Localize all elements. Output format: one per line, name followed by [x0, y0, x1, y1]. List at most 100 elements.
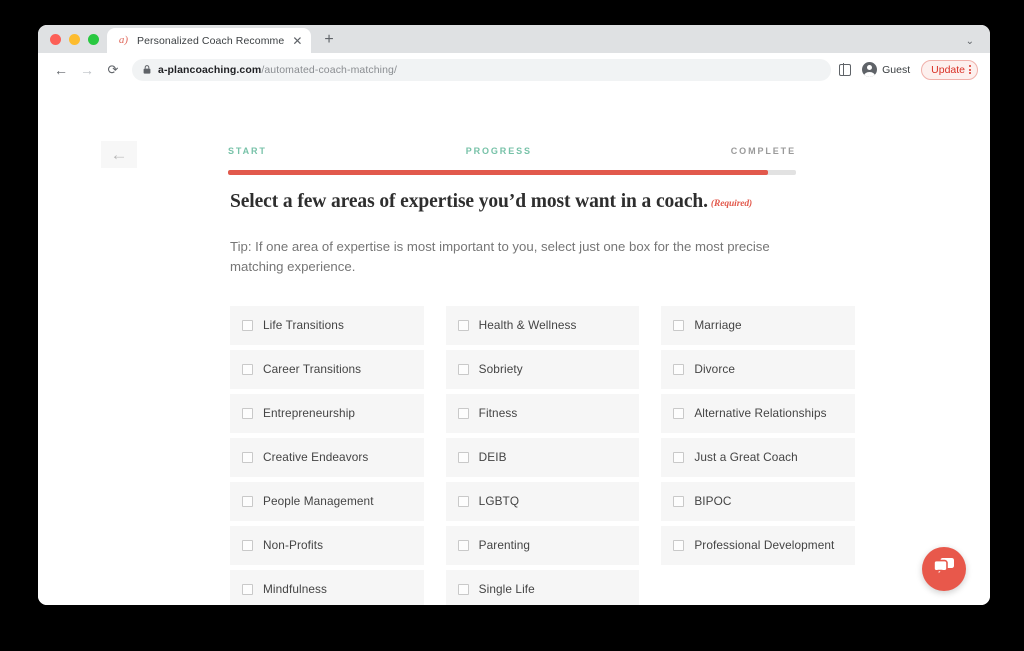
progress-step-start: START [228, 146, 267, 156]
checkbox-icon[interactable] [457, 363, 469, 375]
expertise-choice-label: Health & Wellness [478, 318, 577, 333]
chevron-down-icon[interactable]: ⌄ [966, 37, 974, 47]
checkbox-icon[interactable] [673, 495, 685, 507]
side-panel-icon[interactable] [839, 63, 852, 76]
expertise-choice[interactable]: LGBTQ [445, 481, 640, 521]
expertise-choice-label: Alternative Relationships [694, 406, 827, 421]
chat-widget-button[interactable] [922, 547, 966, 591]
browser-toolbar: ← → ⟳ a-plancoaching.com/automated-coach… [38, 53, 990, 86]
back-navigation-icon[interactable]: ← [48, 57, 74, 83]
address-bar[interactable]: a-plancoaching.com/automated-coach-match… [132, 58, 832, 81]
expertise-choice-label: Divorce [694, 362, 736, 377]
expertise-choice[interactable]: Fitness [445, 393, 640, 433]
question-title: Select a few areas of expertise you’d mo… [230, 191, 855, 213]
expertise-choice[interactable]: Marriage [661, 305, 855, 345]
minimize-window-button[interactable] [69, 33, 80, 45]
checkbox-icon[interactable] [242, 495, 253, 507]
expertise-choice-label: Single Life [478, 582, 535, 597]
expertise-choice-label: Sobriety [478, 362, 523, 377]
expertise-choice-label: BIPOC [694, 494, 732, 509]
expertise-choice[interactable]: Non-Profits [230, 525, 424, 565]
expertise-choice[interactable]: Creative Endeavors [230, 437, 424, 477]
expertise-choices-grid: Life Transitions Health & Wellness Marriag… [230, 305, 855, 605]
expertise-choice-label: People Management [263, 494, 374, 509]
checkbox-icon[interactable] [457, 451, 469, 463]
checkbox-icon[interactable] [242, 407, 253, 419]
expertise-choice-label: Marriage [694, 318, 742, 333]
expertise-choice[interactable]: Alternative Relationships [661, 393, 855, 433]
expertise-choice[interactable]: Mindfulness [230, 569, 424, 605]
toolbar-right-cluster: Guest Update [839, 59, 978, 80]
close-window-button[interactable] [50, 33, 61, 45]
checkbox-icon[interactable] [242, 539, 253, 551]
checkbox-icon[interactable] [242, 363, 253, 375]
checkbox-icon[interactable] [673, 539, 685, 551]
update-label: Update [931, 63, 965, 76]
page-back-button[interactable]: ← [101, 141, 137, 168]
expertise-choice-label: LGBTQ [478, 494, 520, 509]
expertise-choice-label: Life Transitions [263, 318, 344, 333]
expertise-choice[interactable]: BIPOC [661, 481, 855, 521]
chat-bubble-icon [933, 557, 955, 581]
lock-icon [143, 65, 151, 74]
expertise-choice[interactable]: Divorce [661, 349, 855, 389]
progress-indicator: START PROGRESS COMPLETE [228, 146, 796, 175]
checkbox-icon[interactable] [457, 319, 469, 331]
expertise-choice-label: Fitness [478, 406, 518, 421]
expertise-choice[interactable]: Single Life [445, 569, 640, 605]
tab-favicon-icon: a) [118, 34, 129, 46]
update-button[interactable]: Update [921, 59, 978, 80]
checkbox-icon[interactable] [457, 539, 469, 551]
expertise-choice[interactable]: DEIB [445, 437, 640, 477]
progress-fill [228, 170, 768, 175]
expertise-choice[interactable]: Career Transitions [230, 349, 424, 389]
new-tab-button[interactable]: + [324, 32, 333, 48]
checkbox-icon[interactable] [673, 407, 685, 419]
expertise-choice[interactable]: Sobriety [445, 349, 640, 389]
expertise-choice-label: Non-Profits [263, 538, 324, 553]
close-tab-icon[interactable]: ✕ [291, 35, 303, 47]
reload-icon[interactable]: ⟳ [100, 57, 126, 83]
expertise-choice-label: DEIB [478, 450, 507, 465]
url-host: a-plancoaching.com [158, 63, 262, 76]
forward-navigation-icon: → [80, 61, 94, 78]
expertise-choice-label: Professional Development [694, 538, 835, 553]
expertise-choice[interactable]: Entrepreneurship [230, 393, 424, 433]
checkbox-icon[interactable] [673, 363, 685, 375]
checkbox-icon[interactable] [457, 583, 469, 595]
browser-tab[interactable]: a) Personalized Coach Recomme ✕ [107, 28, 312, 53]
expertise-choice[interactable]: Parenting [445, 525, 640, 565]
progress-track [228, 170, 796, 175]
browser-window: a) Personalized Coach Recomme ✕ + ⌄ ← → … [38, 25, 990, 605]
expertise-choice[interactable]: Professional Development [661, 525, 855, 565]
kebab-menu-icon[interactable] [969, 65, 971, 74]
maximize-window-button[interactable] [88, 33, 99, 45]
expertise-choice[interactable]: Just a Great Coach [661, 437, 855, 477]
expertise-choice[interactable]: People Management [230, 481, 424, 521]
window-traffic-lights [48, 25, 107, 53]
profile-label: Guest [882, 63, 911, 76]
checkbox-icon[interactable] [242, 319, 253, 331]
checkbox-icon[interactable] [673, 319, 685, 331]
address-bar-url: a-plancoaching.com/automated-coach-match… [158, 64, 397, 76]
tip-text: Tip: If one area of expertise is most im… [230, 239, 770, 275]
progress-labels: START PROGRESS COMPLETE [228, 146, 796, 156]
form-content: Select a few areas of expertise you’d mo… [230, 191, 855, 605]
checkbox-icon[interactable] [673, 451, 685, 463]
profile-guest-button[interactable]: Guest [858, 60, 914, 79]
progress-step-progress: PROGRESS [465, 146, 532, 156]
required-badge: (Required) [710, 199, 753, 209]
tab-strip: a) Personalized Coach Recomme ✕ + ⌄ [38, 25, 990, 53]
checkbox-icon[interactable] [457, 495, 469, 507]
checkbox-icon[interactable] [242, 451, 253, 463]
avatar [862, 62, 878, 77]
expertise-choice-label: Creative Endeavors [263, 450, 369, 465]
expertise-choice-label: Just a Great Coach [694, 450, 798, 465]
checkbox-icon[interactable] [242, 583, 253, 595]
expertise-choice-label: Entrepreneurship [263, 406, 356, 421]
checkbox-icon[interactable] [457, 407, 469, 419]
tab-title: Personalized Coach Recomme [137, 34, 285, 47]
expertise-choice[interactable]: Life Transitions [230, 305, 424, 345]
expertise-choice[interactable]: Health & Wellness [445, 305, 640, 345]
expertise-choice-label: Mindfulness [263, 582, 328, 597]
